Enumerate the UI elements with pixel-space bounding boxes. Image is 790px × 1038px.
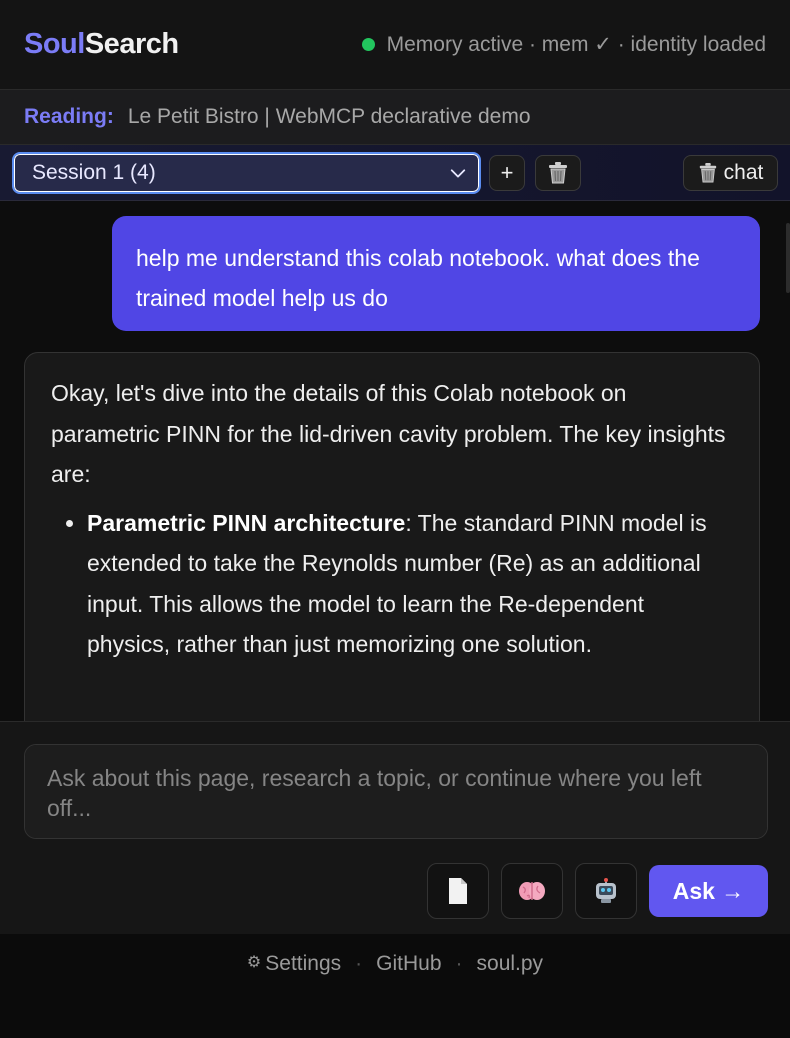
chevron-down-icon	[450, 168, 466, 177]
composer: Ask →	[0, 721, 790, 934]
reading-page-title: Le Petit Bistro | WebMCP declarative dem…	[127, 105, 531, 128]
delete-session-button[interactable]	[535, 154, 581, 191]
settings-link[interactable]: Settings	[265, 952, 341, 1038]
assistant-message: Okay, let's dive into the details of thi…	[24, 352, 760, 721]
soul-py-link[interactable]: soul.py	[477, 952, 544, 1038]
question-input[interactable]	[24, 744, 768, 839]
session-bar: Session 1 (4) + chat	[0, 145, 790, 201]
reading-label: Reading:	[24, 105, 114, 128]
chat-history[interactable]: help me understand this colab notebook. …	[0, 201, 790, 721]
plus-icon: +	[500, 159, 514, 185]
footer-separator: ·	[455, 952, 463, 975]
ask-button[interactable]: Ask →	[649, 865, 768, 917]
user-message: help me understand this colab notebook. …	[112, 216, 760, 331]
footer-separator: ·	[355, 952, 363, 975]
brand-logo: SoulSearch	[24, 28, 179, 61]
status-text: Memory active · mem ✓ · identity loaded	[386, 33, 766, 56]
brain-icon	[519, 882, 545, 900]
gear-icon: ⚙	[246, 954, 262, 971]
trash-icon	[699, 162, 716, 183]
brand-part-search: Search	[84, 28, 179, 60]
robot-icon	[596, 878, 616, 903]
list-item: Parametric PINN architecture: The standa…	[87, 503, 733, 665]
document-icon	[449, 878, 467, 904]
bullet-heading: Parametric PINN architecture	[87, 509, 406, 536]
assistant-intro: Okay, let's dive into the details of thi…	[51, 380, 726, 487]
clear-chat-label: chat	[723, 160, 764, 184]
github-link[interactable]: GitHub	[376, 952, 441, 1038]
include-page-button[interactable]	[427, 863, 489, 919]
user-message-text: help me understand this colab notebook. …	[136, 245, 700, 311]
status-dot-icon	[361, 38, 375, 51]
footer: ⚙ Settings · GitHub · soul.py	[0, 934, 790, 1038]
trash-icon	[549, 161, 567, 183]
memory-status: Memory active · mem ✓ · identity loaded	[361, 32, 766, 57]
app-header: SoulSearch Memory active · mem ✓ · ident…	[0, 0, 790, 90]
memory-button[interactable]	[501, 863, 563, 919]
session-select[interactable]: Session 1 (4)	[12, 151, 481, 194]
session-selected-label: Session 1 (4)	[32, 160, 156, 184]
clear-chat-button[interactable]: chat	[683, 154, 778, 191]
new-session-button[interactable]: +	[489, 154, 525, 191]
brand-part-soul: Soul	[24, 28, 85, 60]
chat-scrollbar[interactable]	[786, 223, 790, 293]
assistant-bullet-list: Parametric PINN architecture: The standa…	[51, 503, 733, 665]
reading-bar: Reading: Le Petit Bistro | WebMCP declar…	[0, 90, 790, 145]
agent-button[interactable]	[575, 863, 637, 919]
